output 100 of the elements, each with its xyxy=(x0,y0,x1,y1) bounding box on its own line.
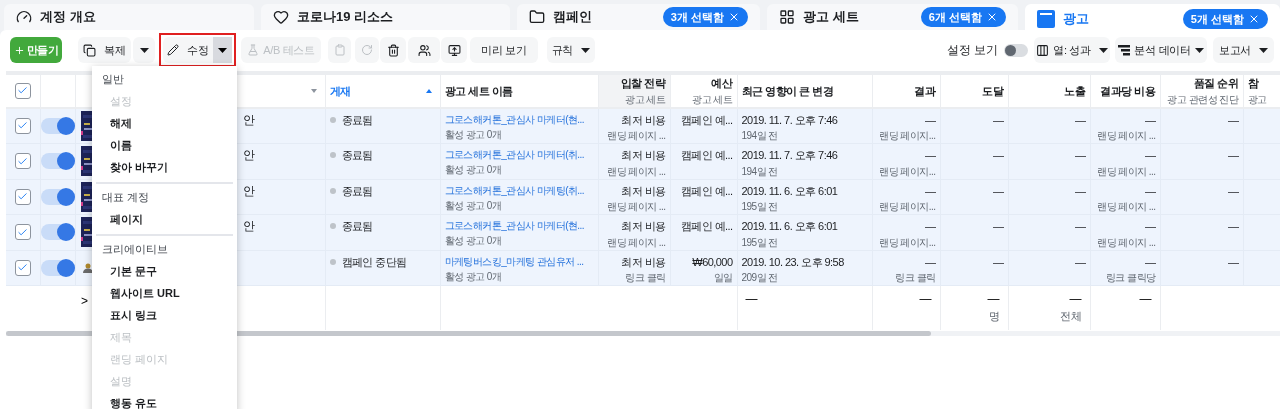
checkbox[interactable] xyxy=(14,153,31,170)
expand-arrow[interactable]: > xyxy=(81,294,88,308)
checkbox[interactable] xyxy=(14,188,31,205)
menu-item[interactable]: 표시 링크 xyxy=(96,304,233,326)
delete-button[interactable] xyxy=(380,37,406,63)
selection-badge[interactable]: 5개 선택함 xyxy=(1182,9,1268,29)
close-icon[interactable] xyxy=(1248,13,1260,25)
grid-icon xyxy=(779,9,795,25)
table-cell-text: — xyxy=(1075,112,1086,128)
tab[interactable]: 광고 세트 6개 선택함 xyxy=(767,4,1018,30)
refresh-icon xyxy=(361,44,373,56)
table-cell-text: 2019. 10. 23. 오후 9:58 xyxy=(741,254,844,270)
delivery-status: 종료됨 xyxy=(341,219,373,234)
breakdown-button[interactable]: 분석 데이터 xyxy=(1115,37,1207,63)
adset-link[interactable]: 그로스해커톤_관심사 마케터(취... xyxy=(444,147,585,162)
plus-icon xyxy=(13,44,25,56)
adset-link[interactable]: 마케팅버스킹_마케팅 관심유저 ... xyxy=(444,253,584,269)
tab[interactable]: 코로나19 리소스 xyxy=(261,4,510,30)
columns-icon xyxy=(1036,43,1050,57)
cell-subtext: 링크 클릭당 xyxy=(1106,271,1156,285)
checkbox[interactable] xyxy=(14,259,31,276)
summary-cell: — xyxy=(919,292,932,306)
cell-subtext: 랜딩 페이지 ... xyxy=(607,164,666,179)
reports-button[interactable]: 보고서 xyxy=(1213,37,1274,63)
toggle-switch[interactable] xyxy=(40,188,75,205)
menu-item[interactable]: 페이지 xyxy=(96,208,233,230)
menu-item[interactable]: 웹사이트 URL xyxy=(96,282,233,304)
menu-item[interactable]: 해제 xyxy=(96,112,233,134)
table-cell-text: — xyxy=(1075,183,1086,199)
column-header[interactable]: 품질 순위 광고 관련성 진단 xyxy=(1160,73,1243,108)
table-cell-text: — xyxy=(993,219,1004,234)
tab[interactable]: 계정 개요 xyxy=(4,4,254,30)
table-cell-text: 최저 비용 xyxy=(621,254,666,270)
table-cell-text: — xyxy=(1228,254,1239,270)
column-header[interactable]: 결과당 비용 xyxy=(1090,73,1160,108)
checkbox[interactable] xyxy=(14,224,31,241)
share-button[interactable] xyxy=(441,37,467,63)
flask-icon xyxy=(247,44,260,56)
table-cell-text: — xyxy=(925,148,936,163)
table-cell-text: — xyxy=(1145,112,1156,128)
menu-section-title: 대표 계정 xyxy=(102,189,150,205)
bars-icon xyxy=(1118,44,1131,56)
column-header[interactable]: 입찰 전략 광고 세트 xyxy=(598,73,670,108)
people-icon xyxy=(417,43,431,57)
column-header[interactable]: 광고 세트 이름 xyxy=(440,73,598,108)
menu-item[interactable]: 찾아 바꾸기 xyxy=(96,156,233,178)
toggle-switch[interactable] xyxy=(40,224,75,241)
table-cell-text: — xyxy=(1075,254,1086,270)
trash-icon xyxy=(386,43,400,57)
clipboard-button[interactable] xyxy=(328,37,351,63)
clipboard-icon xyxy=(333,44,346,56)
tab[interactable]: 캠페인 3개 선택함 xyxy=(517,4,760,30)
menu-item[interactable]: 기본 문구 xyxy=(96,260,233,282)
adset-link[interactable]: 그로스해커톤_관심사 마케터(현... xyxy=(444,218,585,233)
cell-subtext: 194일 전 xyxy=(741,164,778,179)
dropdown-button[interactable] xyxy=(133,37,155,63)
audience-button[interactable] xyxy=(408,37,440,63)
toggle-switch[interactable] xyxy=(40,117,75,134)
view-settings-switch[interactable] xyxy=(1004,43,1028,57)
cell-subtext: 링크 클릭 xyxy=(895,271,936,285)
preview-button[interactable]: 미리 보기 xyxy=(470,37,538,63)
ad-name[interactable]: 안 xyxy=(242,110,255,129)
column-header[interactable]: 예산 광고 세트 xyxy=(670,73,737,108)
columns-button[interactable]: 열: 성과 xyxy=(1034,37,1110,63)
caret-icon xyxy=(139,47,149,53)
column-header[interactable]: 최근 영향이 큰 변경 xyxy=(737,73,872,108)
ad-name[interactable]: 안 xyxy=(242,146,255,165)
column-header[interactable]: 노출 xyxy=(1008,73,1090,108)
selection-badge[interactable]: 3개 선택함 xyxy=(662,7,748,27)
menu-item[interactable]: 행동 유도 xyxy=(96,392,233,409)
ad-name[interactable]: 안 xyxy=(242,181,255,200)
cell-subtext: 209일 전 xyxy=(741,271,778,285)
toggle-switch[interactable] xyxy=(40,153,75,170)
column-header[interactable]: 게재 xyxy=(325,73,440,108)
table-cell-text: — xyxy=(1228,112,1239,128)
close-icon[interactable] xyxy=(728,11,740,23)
selection-badge[interactable]: 6개 선택함 xyxy=(920,7,1006,27)
edit-button[interactable]: 수정 xyxy=(163,37,213,63)
table-cell-text: — xyxy=(993,254,1004,270)
checkbox[interactable] xyxy=(14,82,31,99)
cell-subtext: 활성 광고 0개 xyxy=(444,127,502,142)
table-cell-text: 최저 비용 xyxy=(621,183,666,199)
cell-subtext: 194일 전 xyxy=(741,129,778,143)
duplicate-button[interactable]: 복제 xyxy=(78,37,131,63)
column-header[interactable]: 결과 xyxy=(872,73,940,108)
ad-name[interactable]: 안 xyxy=(242,217,255,236)
column-header[interactable]: 참 광고 xyxy=(1243,73,1280,108)
cell-subtext: 랜딩 페이지 ... xyxy=(607,129,666,143)
adset-link[interactable]: 그로스해커톤_관심사 마케터(현... xyxy=(444,111,585,127)
checkbox[interactable] xyxy=(14,117,31,134)
close-icon[interactable] xyxy=(986,11,998,23)
table-cell-text: — xyxy=(1145,183,1156,199)
column-header[interactable]: 도달 xyxy=(940,73,1008,108)
dropdown-button[interactable] xyxy=(213,37,232,63)
menu-item[interactable]: 이름 xyxy=(96,134,233,156)
table-cell-text: 최저 비용 xyxy=(621,219,666,234)
adset-link[interactable]: 그로스해커톤_관심사 마케팅(취... xyxy=(444,182,585,198)
toggle-switch[interactable] xyxy=(40,259,75,276)
rules-button[interactable]: 규칙 xyxy=(547,37,595,63)
cell-subtext: 랜딩 페이지... xyxy=(879,200,936,214)
